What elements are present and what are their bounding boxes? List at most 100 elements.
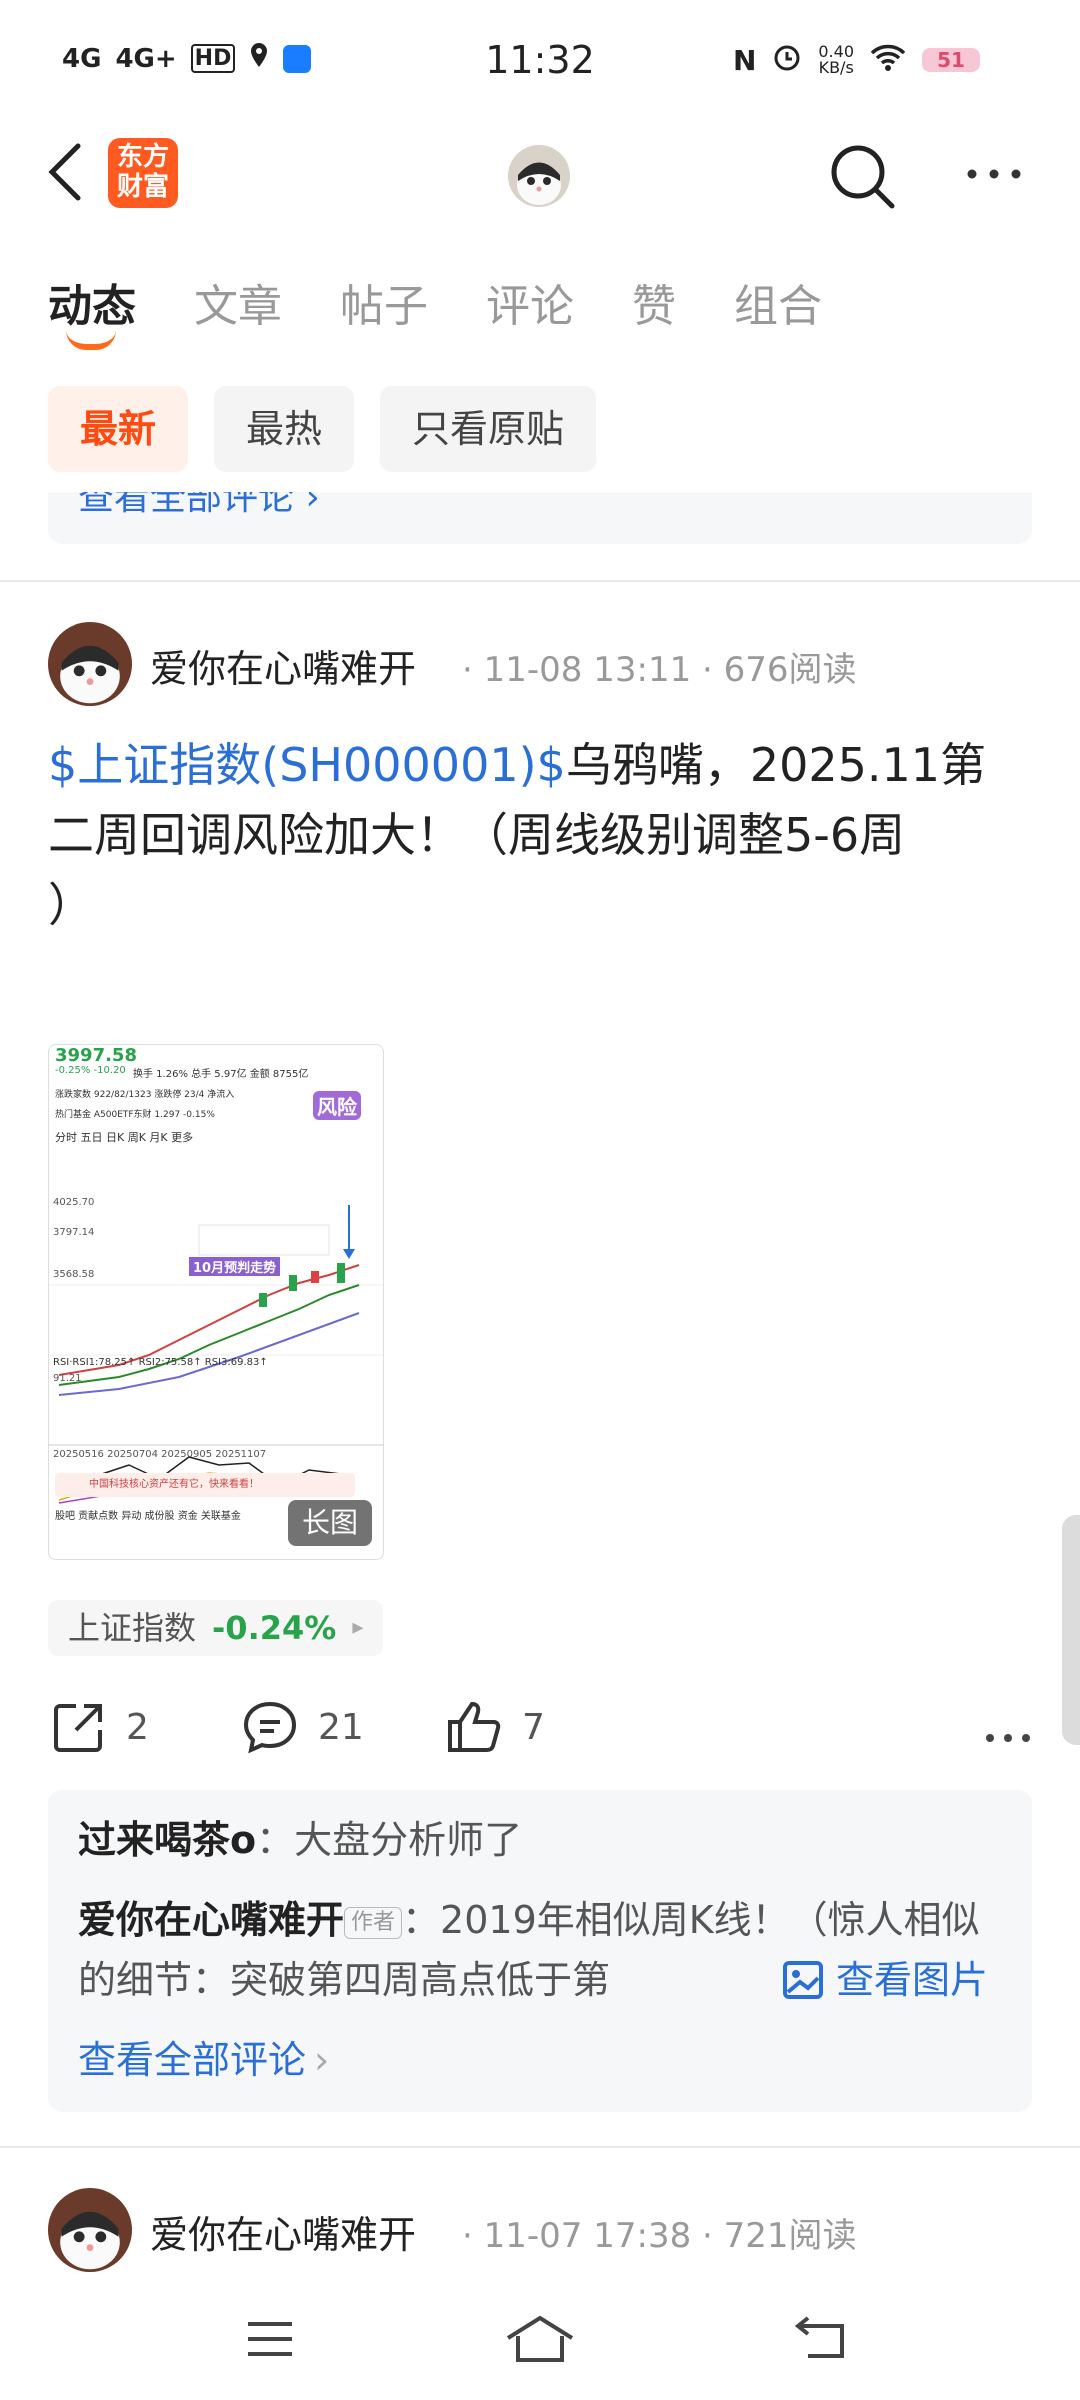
back-button[interactable]	[46, 142, 96, 202]
thumb-change: -0.25% -10.20	[55, 1065, 126, 1076]
comment-button[interactable]: 21	[242, 1700, 364, 1754]
back-nav-button[interactable]	[792, 2314, 852, 2364]
view-image-label: 查看图片	[836, 1958, 989, 2002]
previous-comments-box: 查看全部评论 ›	[48, 492, 1032, 544]
view-image-link[interactable]: 查看图片	[782, 1950, 988, 2010]
thumb-note: 10月预判走势	[189, 1257, 281, 1276]
tab-portfolio[interactable]: 组合	[734, 270, 822, 334]
logo-text-2: 财富	[116, 172, 169, 202]
cat-avatar-icon	[508, 145, 570, 207]
battery-indicator: 51	[922, 48, 980, 72]
thumb-row3: 热门基金 A500ETF东财 1.297 -0.15%	[55, 1110, 215, 1120]
like-button[interactable]: 7	[446, 1700, 545, 1754]
thumb-periods: 分时 五日 日K 周K 月K 更多	[55, 1131, 194, 1144]
home-icon	[506, 2315, 574, 2362]
alarm-icon	[772, 42, 802, 78]
thumb-dates: 20250516 20250704 20250905 20251107	[53, 1449, 267, 1460]
stock-tag-name: 上证指数	[68, 1609, 197, 1647]
tab-likes[interactable]: 赞	[632, 270, 676, 334]
comment-icon	[243, 1701, 297, 1754]
commenter-name[interactable]: 爱你在心嘴难开	[78, 1898, 344, 1942]
post-title[interactable]: $上证指数(SH000001)$乌鸦嘴，2025.11第二周回调风险加大！（周线…	[48, 730, 1032, 940]
author-name[interactable]: 爱你在心嘴难开	[150, 2204, 416, 2259]
post-reads: 721阅读	[723, 2216, 857, 2256]
active-tab-indicator	[66, 330, 116, 350]
app-logo[interactable]: 东方 财富	[108, 138, 178, 208]
author-badge: 作者	[344, 1906, 403, 1939]
more-horizontal-icon	[986, 1734, 1030, 1742]
thumb-rsi: RSI·RSI1:78.25↑ RSI2:75.58↑ RSI3:69.83↑	[53, 1357, 268, 1368]
more-horizontal-icon	[967, 169, 1021, 179]
comment-item[interactable]: 过来喝茶o：大盘分析师了	[78, 1810, 522, 1870]
home-button[interactable]	[504, 2314, 574, 2364]
cat-avatar-icon	[48, 2188, 132, 2272]
thumb-bottom-tabs: 股吧 贡献点数 异动 成份股 资金 关联基金	[55, 1511, 241, 1522]
post-title-tail: ）	[48, 878, 94, 932]
thumb-y2: 3797.14	[53, 1227, 95, 1238]
post-divider	[0, 2146, 1080, 2148]
commenter-name[interactable]: 过来喝茶o	[78, 1818, 256, 1862]
nfc-icon: N	[732, 43, 757, 77]
image-icon	[783, 1961, 823, 1999]
tab-posts[interactable]: 帖子	[340, 270, 428, 334]
more-menu-button[interactable]	[964, 150, 1034, 200]
share-count: 2	[126, 1706, 149, 1748]
stock-tag-change: -0.24%	[212, 1609, 337, 1647]
view-all-comments-link[interactable]: 查看全部评论 ›	[78, 2030, 329, 2090]
tab-dynamics[interactable]: 动态	[48, 270, 136, 334]
comment-text: 大盘分析师了	[294, 1818, 523, 1862]
stock-link[interactable]: $上证指数(SH000001)$	[48, 738, 566, 792]
post-more-button[interactable]	[984, 1710, 1032, 1756]
thumb-risk-label: 风险	[313, 1091, 361, 1120]
post-image[interactable]: 3997.58 -0.25% -10.20 换手 1.26% 总手 5.97亿 …	[48, 1044, 384, 1560]
filter-latest[interactable]: 最新	[48, 386, 189, 472]
thumb-y1: 4025.70	[53, 1197, 95, 1208]
net-speed-unit: KB/s	[818, 58, 854, 77]
comments-preview: 过来喝茶o：大盘分析师了 爱你在心嘴难开 作者 ：2019年相似周K线！（惊人相似的…	[48, 1790, 1032, 2112]
view-all-comments-link[interactable]: 查看全部评论 ›	[78, 492, 320, 520]
system-indicators: N 0.40 KB/s 51	[733, 42, 980, 78]
wifi-icon	[870, 43, 906, 77]
profile-avatar[interactable]	[508, 145, 570, 207]
thumb-banner: 中国科技核心资产还有它，快来看看！	[55, 1473, 355, 1497]
post-meta: · 11-07 17:38 · 721阅读	[462, 2216, 857, 2256]
filter-original-only[interactable]: 只看原贴	[380, 386, 597, 472]
side-drawer-handle[interactable]	[1062, 1515, 1080, 1745]
like-count: 7	[522, 1706, 545, 1748]
thumb-price: 3997.58	[55, 1045, 137, 1066]
menu-icon	[248, 2322, 292, 2356]
author-avatar[interactable]	[48, 622, 132, 706]
search-button[interactable]	[828, 142, 898, 212]
chevron-left-icon	[48, 143, 81, 201]
menu-button[interactable]	[240, 2314, 300, 2364]
back-icon	[794, 2316, 844, 2358]
cat-avatar-icon	[48, 622, 132, 706]
post-reads: 676阅读	[723, 650, 857, 690]
filter-hot[interactable]: 最热	[214, 386, 355, 472]
post-actions: 2 21 7	[48, 1700, 1032, 1770]
long-image-badge: 长图	[288, 1500, 372, 1546]
post-date: 11-07 17:38	[483, 2216, 692, 2256]
tab-comments[interactable]: 评论	[486, 270, 574, 334]
thumb-y3: 3568.58	[53, 1269, 95, 1280]
thumb-row1: 换手 1.26% 总手 5.97亿 金额 8755亿	[133, 1069, 309, 1080]
post-date: 11-08 13:11	[483, 650, 692, 690]
share-button[interactable]: 2	[52, 1700, 149, 1754]
author-avatar[interactable]	[48, 2188, 132, 2272]
stock-quote-tag[interactable]: 上证指数 -0.24% ▸	[48, 1600, 384, 1656]
view-all-comments-label: 查看全部评论	[78, 2038, 307, 2082]
share-icon	[54, 1704, 102, 1752]
search-icon	[831, 145, 895, 209]
caret-right-icon: ▸	[352, 1615, 364, 1640]
thumb-row2: 涨跌家数 922/82/1323 涨跌停 23/4 净流入	[55, 1090, 235, 1100]
thumb-rsi-max: 91.21	[53, 1373, 82, 1384]
tab-articles[interactable]: 文章	[194, 270, 282, 334]
comment-count: 21	[318, 1706, 364, 1748]
net-speed: 0.40 KB/s	[818, 44, 854, 76]
post-meta: · 11-08 13:11 · 676阅读	[462, 650, 857, 690]
logo-text-1: 东方	[116, 142, 169, 172]
chevron-right-icon: ›	[314, 2038, 330, 2082]
status-bar: 4G 4G+ HD 11:32 N 0.40 KB/s 51	[0, 0, 1080, 120]
system-nav-bar	[0, 2280, 1080, 2400]
author-name[interactable]: 爱你在心嘴难开	[150, 638, 416, 693]
